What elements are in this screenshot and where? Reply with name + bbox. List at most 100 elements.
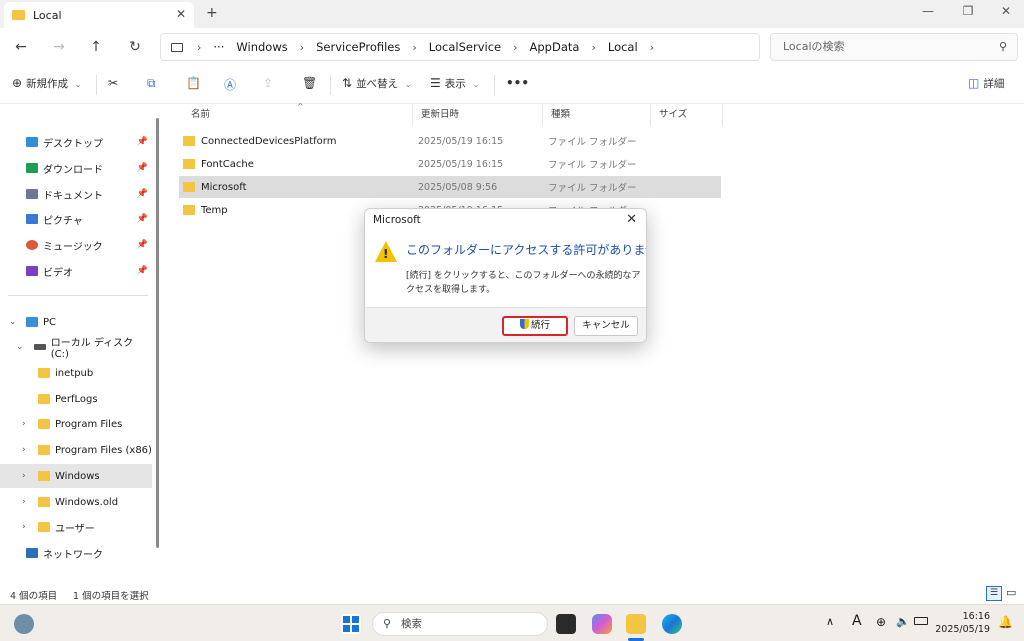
pin-icon[interactable]: 📌 xyxy=(137,240,148,250)
show-hidden-icons[interactable]: ∧ xyxy=(826,615,834,628)
share-icon[interactable]: ⇪ xyxy=(263,76,273,90)
more-options-button[interactable]: ••• xyxy=(506,76,529,90)
folder-icon xyxy=(38,471,50,481)
column-header-date[interactable]: 更新日時 xyxy=(413,104,543,126)
sidebar-item-pictures[interactable]: ピクチャ 📌 xyxy=(0,207,152,231)
pin-icon[interactable]: 📌 xyxy=(137,266,148,276)
column-header-type[interactable]: 種類 xyxy=(543,104,651,126)
sidebar-item-windows-old[interactable]: › Windows.old xyxy=(0,490,152,514)
chevron-down-icon[interactable]: ⌄ xyxy=(9,317,17,327)
sidebar-item-downloads[interactable]: ダウンロード 📌 xyxy=(0,156,152,180)
sidebar-item-documents[interactable]: ドキュメント 📌 xyxy=(0,182,152,206)
sidebar-item-music[interactable]: ミュージック 📌 xyxy=(0,233,152,257)
cancel-button[interactable]: キャンセル xyxy=(574,316,638,336)
sidebar-divider xyxy=(8,295,148,296)
battery-icon[interactable] xyxy=(914,617,928,625)
volume-icon[interactable]: 🔈 xyxy=(896,615,910,628)
edge-icon[interactable] xyxy=(662,614,682,634)
sidebar-item-windows[interactable]: › Windows xyxy=(0,464,152,488)
breadcrumb-item[interactable]: AppData xyxy=(530,40,580,54)
sidebar-scrollbar[interactable] xyxy=(156,118,159,548)
pin-icon[interactable]: 📌 xyxy=(137,189,148,199)
breadcrumb-item[interactable]: LocalService xyxy=(429,40,501,54)
chevron-right-icon[interactable]: › xyxy=(22,497,26,507)
copilot-icon[interactable] xyxy=(592,614,612,634)
chevron-right-icon[interactable]: › xyxy=(22,445,26,455)
copy-icon[interactable]: ⧉ xyxy=(147,76,156,91)
minimize-button[interactable]: — xyxy=(918,4,938,18)
ime-indicator[interactable]: A xyxy=(852,613,862,629)
forward-button[interactable]: → xyxy=(48,36,70,58)
pin-icon[interactable]: 📌 xyxy=(137,163,148,173)
sidebar-item-videos[interactable]: ビデオ 📌 xyxy=(0,259,152,283)
view-button[interactable]: ☰ 表示 ⌄ xyxy=(430,76,479,91)
clock[interactable]: 16:16 2025/05/19 xyxy=(935,610,990,636)
folder-icon xyxy=(38,497,50,507)
search-input[interactable]: Localの検索 ⚲ xyxy=(770,33,1018,61)
refresh-button[interactable]: ↻ xyxy=(124,36,146,58)
details-view-icon[interactable]: ☰ xyxy=(986,586,1002,601)
taskbar-search[interactable]: ⚲ 検索 xyxy=(372,612,548,636)
sidebar-item-desktop[interactable]: デスクトップ 📌 xyxy=(0,130,152,154)
up-button[interactable]: ↑ xyxy=(85,36,107,58)
new-tab-button[interactable]: + xyxy=(206,5,218,21)
sidebar-item-users[interactable]: › ユーザー xyxy=(0,515,152,539)
new-button[interactable]: ⊕ 新規作成 ⌄ xyxy=(12,76,82,91)
maximize-button[interactable]: ❐ xyxy=(958,4,978,18)
tab-title: Local xyxy=(33,8,62,22)
breadcrumb-item[interactable]: ServiceProfiles xyxy=(316,40,400,54)
sidebar-item-pc[interactable]: ⌄ PC xyxy=(0,310,152,334)
file-row[interactable]: FontCache 2025/05/19 16:15 ファイル フォルダー xyxy=(179,153,721,175)
desktop-icon xyxy=(26,137,38,147)
chevron-right-icon[interactable]: › xyxy=(22,471,26,481)
delete-icon[interactable]: 🗑 xyxy=(302,76,317,90)
chevron-right-icon[interactable]: › xyxy=(22,522,26,532)
sidebar-item-label: ドキュメント xyxy=(43,190,103,202)
breadcrumb-more[interactable]: ··· xyxy=(213,40,224,54)
sidebar-item-perflogs[interactable]: PerfLogs xyxy=(0,387,152,411)
pin-icon[interactable]: 📌 xyxy=(137,137,148,147)
continue-button[interactable]: 続行 xyxy=(502,316,568,336)
sidebar-item-label: ネットワーク xyxy=(43,549,103,561)
file-row[interactable]: ConnectedDevicesPlatform 2025/05/19 16:1… xyxy=(179,130,721,152)
sidebar-item-local-disk[interactable]: ⌄ ローカル ディスク (C:) xyxy=(0,335,152,360)
file-row-selected[interactable]: Microsoft 2025/05/08 9:56 ファイル フォルダー xyxy=(179,176,721,198)
widgets-icon[interactable] xyxy=(14,614,34,634)
file-explorer-icon[interactable] xyxy=(626,614,646,634)
sidebar-item-network[interactable]: ネットワーク xyxy=(0,541,152,565)
sidebar-item-label: ローカル ディスク (C:) xyxy=(50,338,134,360)
chevron-right-icon[interactable]: › xyxy=(650,41,654,54)
file-type: ファイル フォルダー xyxy=(548,183,637,194)
pc-icon[interactable] xyxy=(171,42,183,52)
tab-close-icon[interactable]: ✕ xyxy=(176,7,186,21)
sidebar-item-inetpub[interactable]: inetpub xyxy=(0,361,152,385)
breadcrumb-item[interactable]: Local xyxy=(608,40,638,54)
breadcrumb[interactable]: › ··· Windows › ServiceProfiles › LocalS… xyxy=(160,33,760,61)
warning-exclamation: ! xyxy=(383,247,389,261)
column-header-name[interactable]: 名前 ^ xyxy=(183,102,413,126)
notification-icon[interactable]: 🔔 xyxy=(998,615,1013,629)
file-name: Temp xyxy=(201,204,228,216)
selected-count: 1 個の項目を選択 xyxy=(73,591,149,602)
column-header-size[interactable]: サイズ xyxy=(651,104,723,126)
details-button[interactable]: ◫ 詳細 xyxy=(968,76,1004,91)
close-window-button[interactable]: ✕ xyxy=(996,4,1016,18)
rename-icon[interactable]: Ⓐ xyxy=(224,76,236,93)
chevron-right-icon[interactable]: › xyxy=(22,419,26,429)
breadcrumb-item[interactable]: Windows xyxy=(236,40,287,54)
tiles-view-icon[interactable]: ▭ xyxy=(1006,586,1016,599)
back-button[interactable]: ← xyxy=(10,36,32,58)
start-icon[interactable] xyxy=(341,614,361,634)
chevron-down-icon[interactable]: ⌄ xyxy=(16,342,24,352)
tab-local[interactable]: Local ✕ xyxy=(4,2,194,28)
sidebar-item-program-files-x86[interactable]: › Program Files (x86) xyxy=(0,438,152,462)
paste-icon[interactable]: 📋 xyxy=(186,76,201,90)
chevron-right-icon: › xyxy=(197,40,202,54)
task-view-icon[interactable] xyxy=(556,614,576,634)
network-icon[interactable]: ⊕ xyxy=(876,615,886,629)
sidebar-item-program-files[interactable]: › Program Files xyxy=(0,412,152,436)
sort-button[interactable]: ⇅ 並べ替え ⌄ xyxy=(342,76,412,91)
pin-icon[interactable]: 📌 xyxy=(137,214,148,224)
cut-icon[interactable]: ✂ xyxy=(108,76,118,90)
dialog-close-button[interactable]: ✕ xyxy=(626,212,637,227)
